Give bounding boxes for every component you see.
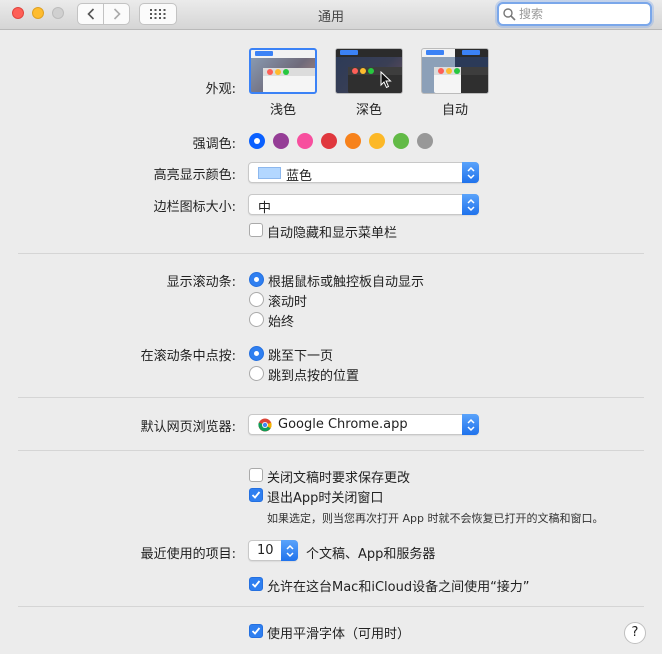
font-smoothing-label[interactable]: 使用平滑字体（可用时） <box>267 623 410 642</box>
accent-color-label: 强调色: <box>192 137 236 152</box>
help-button[interactable]: ? <box>624 622 646 644</box>
scrollbars-auto-label[interactable]: 根据鼠标或触控板自动显示 <box>268 271 424 290</box>
separator <box>18 450 644 451</box>
highlight-color-label: 高亮显示颜色: <box>153 168 236 183</box>
accent-color-swatch[interactable] <box>417 133 433 149</box>
recent-items-suffix: 个文稿、App和服务器 <box>306 547 436 562</box>
highlight-swatch <box>258 167 281 179</box>
handoff-label[interactable]: 允许在这台Mac和iCloud设备之间使用“接力” <box>267 576 530 595</box>
search-icon <box>503 8 516 21</box>
default-browser-label: 默认网页浏览器: <box>140 420 236 435</box>
appearance-light-thumbnail[interactable] <box>249 48 317 94</box>
handoff-checkbox[interactable] <box>249 577 263 591</box>
jump-next-page-label[interactable]: 跳至下一页 <box>268 345 333 364</box>
appearance-auto-label[interactable]: 自动 <box>421 99 489 118</box>
separator <box>18 253 644 254</box>
jump-clicked-spot-radio[interactable] <box>249 366 264 381</box>
scrollbars-always-label[interactable]: 始终 <box>268 311 294 330</box>
appearance-auto-thumbnail[interactable] <box>421 48 489 94</box>
checkmark-icon <box>251 491 261 499</box>
accent-color-swatch[interactable] <box>321 133 337 149</box>
mouse-pointer-icon <box>380 71 392 89</box>
recent-items-popup[interactable]: 10 <box>248 540 298 561</box>
ask-save-checkbox[interactable] <box>249 468 263 482</box>
chrome-icon <box>258 418 272 432</box>
recent-items-label: 最近使用的项目: <box>140 547 236 562</box>
auto-hide-menubar-label[interactable]: 自动隐藏和显示菜单栏 <box>267 222 397 241</box>
click-scrollbar-label: 在滚动条中点按: <box>140 349 236 364</box>
auto-hide-menubar-checkbox[interactable] <box>249 223 263 237</box>
highlight-color-value: 蓝色 <box>286 169 313 184</box>
appearance-dark-label[interactable]: 深色 <box>335 99 403 118</box>
title-bar: 通用 <box>0 0 662 30</box>
close-windows-checkbox[interactable] <box>249 488 263 502</box>
default-browser-value: Google Chrome.app <box>278 417 408 432</box>
updown-arrows-icon <box>462 194 479 215</box>
accent-color-swatch[interactable] <box>273 133 289 149</box>
jump-next-page-radio[interactable] <box>249 346 264 361</box>
show-scrollbars-label: 显示滚动条: <box>166 275 236 290</box>
search-field[interactable] <box>497 2 652 26</box>
jump-clicked-spot-label[interactable]: 跳到点按的位置 <box>268 365 359 384</box>
accent-color-swatch[interactable] <box>369 133 385 149</box>
scrollbars-auto-radio[interactable] <box>249 272 264 287</box>
scrollbars-scrolling-radio[interactable] <box>249 292 264 307</box>
scrollbars-scrolling-label[interactable]: 滚动时 <box>268 291 307 310</box>
checkmark-icon <box>251 627 261 635</box>
accent-color-swatch[interactable] <box>297 133 313 149</box>
accent-color-swatch[interactable] <box>393 133 409 149</box>
close-windows-note: 如果选定，则当您再次打开 App 时就不会恢复已打开的文稿和窗口。 <box>267 512 604 525</box>
checkmark-icon <box>251 580 261 588</box>
accent-color-swatch[interactable] <box>249 133 265 149</box>
accent-color-swatch[interactable] <box>345 133 361 149</box>
updown-arrows-icon <box>462 414 479 435</box>
sidebar-icon-size-popup[interactable]: 中 <box>248 194 479 216</box>
default-browser-popup[interactable]: Google Chrome.app <box>248 414 479 435</box>
separator <box>18 606 644 607</box>
highlight-color-popup[interactable]: 蓝色 <box>248 162 479 184</box>
separator <box>18 397 644 398</box>
appearance-light-label[interactable]: 浅色 <box>249 99 317 118</box>
font-smoothing-checkbox[interactable] <box>249 624 263 638</box>
close-windows-label[interactable]: 退出App时关闭窗口 <box>267 487 383 506</box>
ask-save-label[interactable]: 关闭文稿时要求保存更改 <box>267 467 410 486</box>
appearance-dark-thumbnail[interactable] <box>335 48 403 94</box>
updown-arrows-icon <box>281 540 298 561</box>
appearance-label: 外观: <box>205 82 236 97</box>
sidebar-icon-size-value: 中 <box>258 201 272 216</box>
search-input[interactable] <box>519 5 647 23</box>
updown-arrows-icon <box>462 162 479 183</box>
scrollbars-always-radio[interactable] <box>249 312 264 327</box>
sidebar-icon-size-label: 边栏图标大小: <box>153 200 236 215</box>
recent-items-value: 10 <box>257 543 274 558</box>
